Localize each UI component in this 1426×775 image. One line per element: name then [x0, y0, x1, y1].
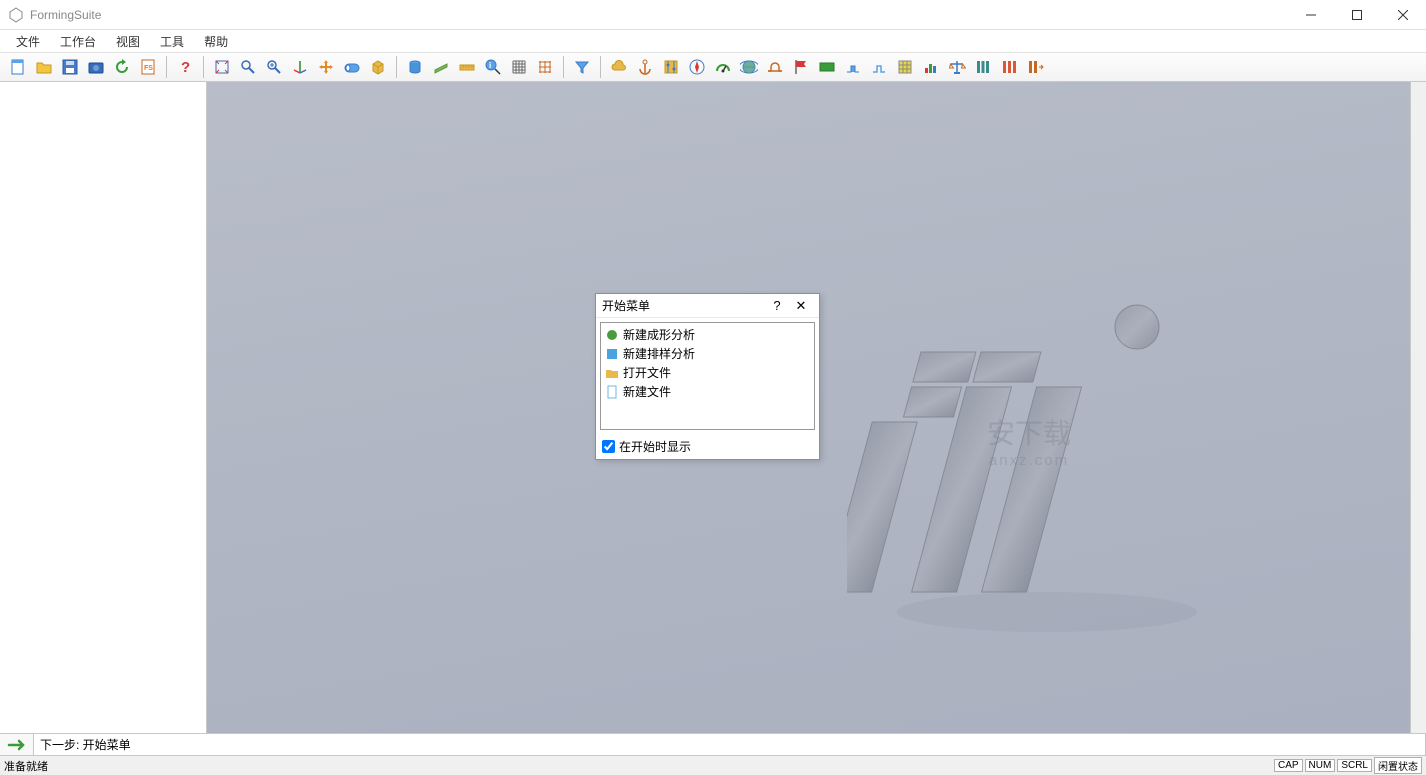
- measure-button[interactable]: [455, 55, 479, 79]
- menu-view[interactable]: 视图: [106, 31, 150, 52]
- pan-button[interactable]: [314, 55, 338, 79]
- box-button[interactable]: [366, 55, 390, 79]
- help-button[interactable]: ?: [173, 55, 197, 79]
- menu-workbench[interactable]: 工作台: [50, 31, 106, 52]
- zoom-button[interactable]: [236, 55, 260, 79]
- settings-button[interactable]: [659, 55, 683, 79]
- dialog-title-text: 开始菜单: [602, 297, 765, 314]
- chart-button[interactable]: [919, 55, 943, 79]
- gauge-button[interactable]: [711, 55, 735, 79]
- filter-button[interactable]: [570, 55, 594, 79]
- section-view-button[interactable]: [340, 55, 364, 79]
- zoom-in-button[interactable]: [262, 55, 286, 79]
- sheet-button[interactable]: [429, 55, 453, 79]
- option-label: 打开文件: [623, 364, 671, 381]
- start-menu-dialog: 开始菜单 ? ✕ 新建成形分析 新建排样分析 打开文件 新建文件: [595, 293, 820, 460]
- status-num: NUM: [1305, 759, 1336, 772]
- status-idle: 闲置状态: [1374, 757, 1422, 774]
- shape-blue-button[interactable]: [841, 55, 865, 79]
- statusbar: 准备就绪 CAP NUM SCRL 闲置状态: [0, 755, 1426, 775]
- coord-triad-button[interactable]: [288, 55, 312, 79]
- dialog-options-list: 新建成形分析 新建排样分析 打开文件 新建文件: [600, 322, 815, 430]
- option-new-nesting-analysis[interactable]: 新建排样分析: [603, 344, 812, 363]
- shape-outline-button[interactable]: [867, 55, 891, 79]
- dialog-help-button[interactable]: ?: [765, 298, 789, 313]
- cylinder-button[interactable]: [403, 55, 427, 79]
- show-on-start-label: 在开始时显示: [619, 438, 691, 455]
- background-logo: [847, 292, 1227, 652]
- close-button[interactable]: [1380, 0, 1426, 30]
- globe-button[interactable]: [737, 55, 761, 79]
- dialog-footer: 在开始时显示: [596, 434, 819, 459]
- toolbar-separator: [166, 56, 167, 78]
- bars-arrow-button[interactable]: [1023, 55, 1047, 79]
- option-label: 新建文件: [623, 383, 671, 400]
- svg-text:FS: FS: [144, 65, 153, 72]
- flag-button[interactable]: [789, 55, 813, 79]
- app-icon: [8, 7, 24, 23]
- option-open-file[interactable]: 打开文件: [603, 363, 812, 382]
- app-title: FormingSuite: [30, 8, 1288, 22]
- maximize-button[interactable]: [1334, 0, 1380, 30]
- open-file-icon: [605, 366, 619, 380]
- menu-file[interactable]: 文件: [6, 31, 50, 52]
- sidebar-panel[interactable]: [0, 82, 207, 733]
- dialog-close-button[interactable]: ✕: [789, 298, 813, 314]
- option-new-forming-analysis[interactable]: 新建成形分析: [603, 325, 812, 344]
- forming-icon: [605, 328, 619, 342]
- refresh-button[interactable]: [110, 55, 134, 79]
- save-button[interactable]: [58, 55, 82, 79]
- fs-script-button[interactable]: FS: [136, 55, 160, 79]
- svg-text:i: i: [489, 61, 491, 70]
- info-cursor-button[interactable]: i: [481, 55, 505, 79]
- status-ready: 准备就绪: [4, 758, 1272, 774]
- menu-tools[interactable]: 工具: [150, 31, 194, 52]
- titlebar: FormingSuite: [0, 0, 1426, 30]
- nesting-icon: [605, 347, 619, 361]
- status-scrl: SCRL: [1337, 759, 1372, 772]
- fit-view-button[interactable]: [210, 55, 234, 79]
- minimize-button[interactable]: [1288, 0, 1334, 30]
- option-label: 新建排样分析: [623, 345, 695, 362]
- window-controls: [1288, 0, 1426, 30]
- open-folder-button[interactable]: [32, 55, 56, 79]
- show-on-start-checkbox[interactable]: [602, 440, 615, 453]
- compass-button[interactable]: [685, 55, 709, 79]
- option-new-file[interactable]: 新建文件: [603, 382, 812, 401]
- panel-button[interactable]: [815, 55, 839, 79]
- grid-dense-button[interactable]: [507, 55, 531, 79]
- bars-red-button[interactable]: [997, 55, 1021, 79]
- svg-text:?: ?: [181, 59, 190, 76]
- cloud-button[interactable]: [607, 55, 631, 79]
- grid-sparse-button[interactable]: [533, 55, 557, 79]
- new-file-button[interactable]: [6, 55, 30, 79]
- camera-button[interactable]: [84, 55, 108, 79]
- menu-help[interactable]: 帮助: [194, 31, 238, 52]
- columns-button[interactable]: [971, 55, 995, 79]
- bridge-button[interactable]: [763, 55, 787, 79]
- balance-button[interactable]: [945, 55, 969, 79]
- mesh-grid-button[interactable]: [893, 55, 917, 79]
- vertical-scrollbar[interactable]: [1410, 82, 1426, 733]
- status-cap: CAP: [1274, 759, 1303, 772]
- dialog-titlebar[interactable]: 开始菜单 ? ✕: [596, 294, 819, 318]
- new-file-icon: [605, 385, 619, 399]
- option-label: 新建成形分析: [623, 326, 695, 343]
- anchor-button[interactable]: [633, 55, 657, 79]
- toolbar: FS ? i: [0, 52, 1426, 82]
- menubar: 文件 工作台 视图 工具 帮助: [0, 30, 1426, 52]
